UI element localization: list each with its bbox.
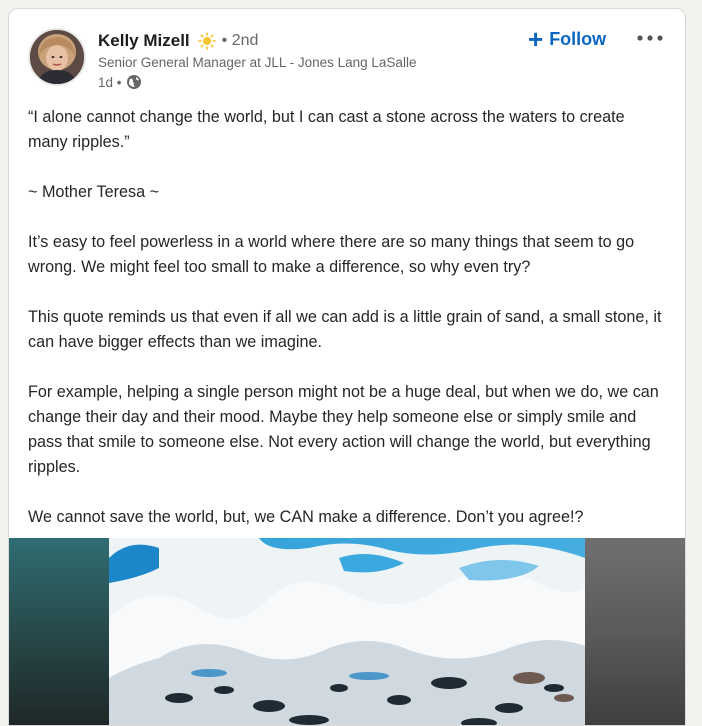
globe-icon [126, 74, 142, 90]
post-paragraph: It’s easy to feel powerless in a world w… [28, 233, 635, 276]
author-name-row: Kelly Mizell • 2nd [98, 30, 258, 52]
post-paragraph: “I alone cannot change the world, but I … [28, 108, 625, 151]
sun-icon [197, 32, 216, 50]
more-options-button[interactable] [633, 27, 667, 49]
connection-degree: • 2nd [221, 32, 259, 49]
post-body: “I alone cannot change the world, but I … [28, 105, 668, 555]
ellipsis-icon [636, 29, 664, 47]
post-paragraph: ~ Mother Teresa ~ [28, 183, 160, 201]
author-headline: Senior General Manager at JLL - Jones La… [98, 55, 417, 70]
feed-post-card: Kelly Mizell • 2nd Senior General Manage… [8, 8, 686, 726]
post-header: Kelly Mizell • 2nd Senior General Manage… [9, 9, 685, 99]
author-avatar[interactable] [28, 28, 86, 86]
follow-label: Follow [549, 28, 607, 49]
post-media-image[interactable] [9, 538, 685, 725]
follow-button[interactable]: + Follow [528, 25, 606, 53]
post-time: 1d • [98, 74, 122, 90]
post-paragraph: We cannot save the world, but, we CAN ma… [28, 508, 584, 526]
author-name[interactable]: Kelly Mizell [98, 31, 190, 51]
plus-icon: + [528, 24, 544, 54]
post-paragraph: For example, helping a single person mig… [28, 383, 659, 476]
post-meta: 1d • [98, 74, 142, 90]
post-paragraph: This quote reminds us that even if all w… [28, 308, 662, 351]
